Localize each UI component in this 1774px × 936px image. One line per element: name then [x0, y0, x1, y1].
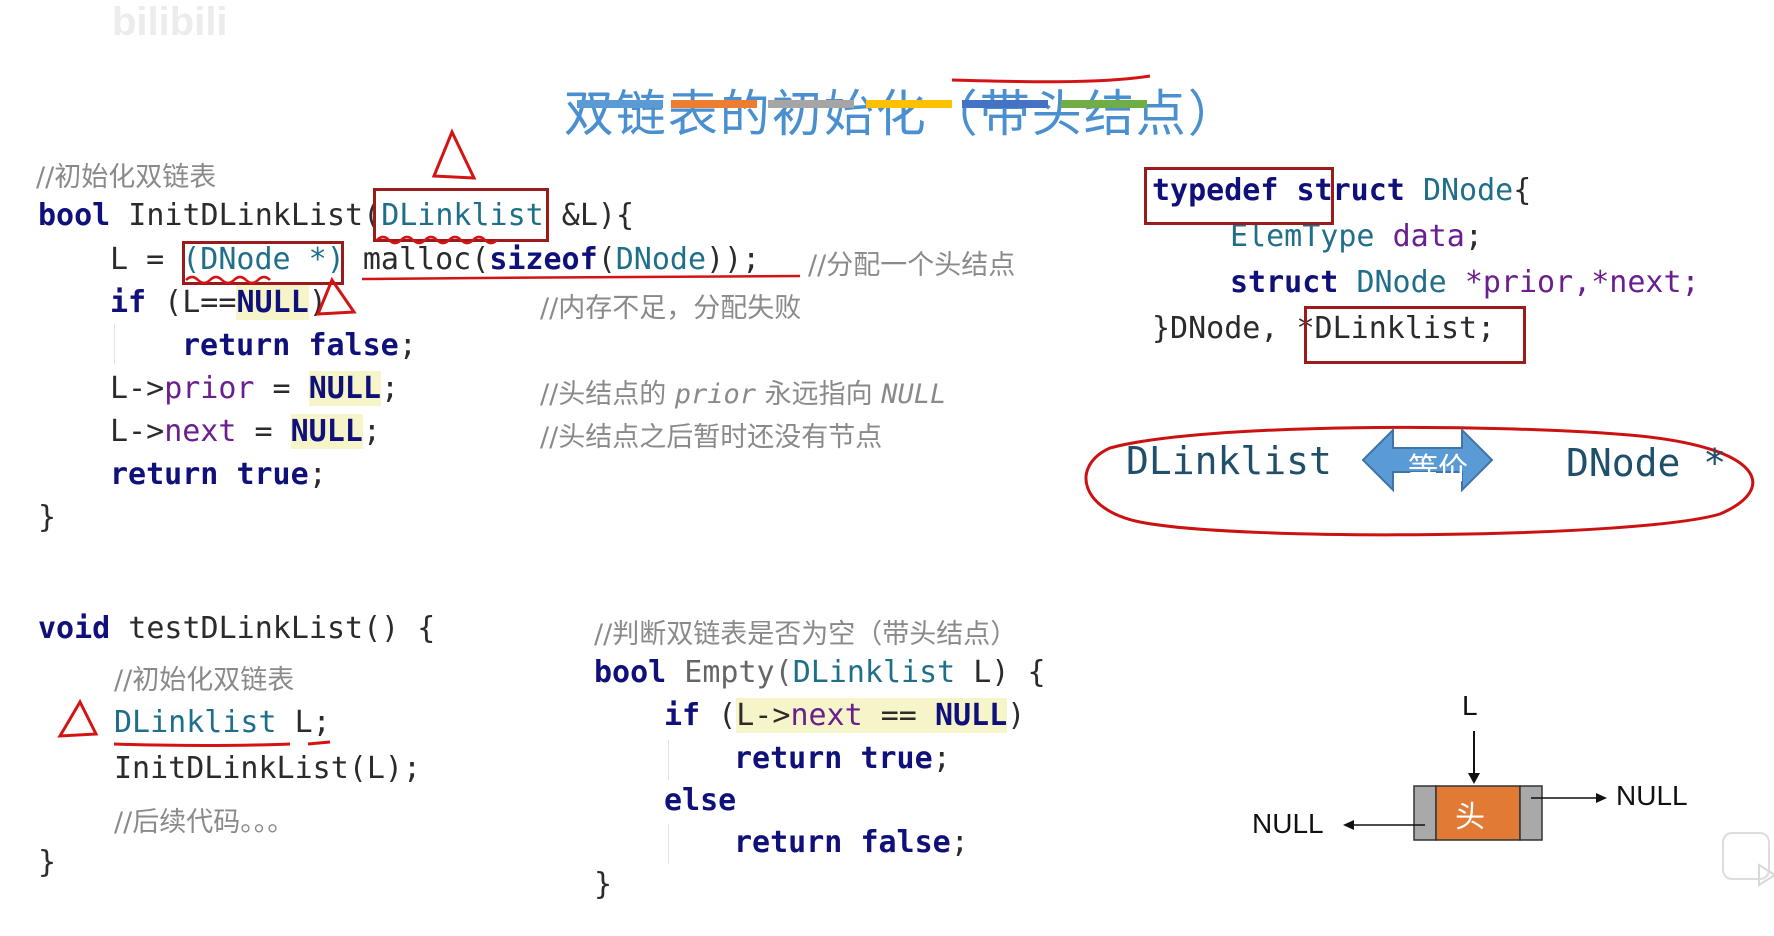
wavy-underline	[185, 275, 271, 285]
play-icon[interactable]	[1722, 832, 1774, 887]
handwritten-annotations	[57, 74, 1151, 747]
play-glyph	[1758, 863, 1774, 887]
warning-triangle	[431, 128, 477, 180]
declare-underline	[113, 742, 291, 747]
declare-underline	[307, 740, 331, 746]
title-underline	[951, 74, 1151, 84]
warning-triangle	[315, 276, 357, 316]
warning-triangle	[57, 698, 99, 738]
malloc-underline	[361, 274, 801, 281]
wavy-underline	[376, 235, 498, 245]
